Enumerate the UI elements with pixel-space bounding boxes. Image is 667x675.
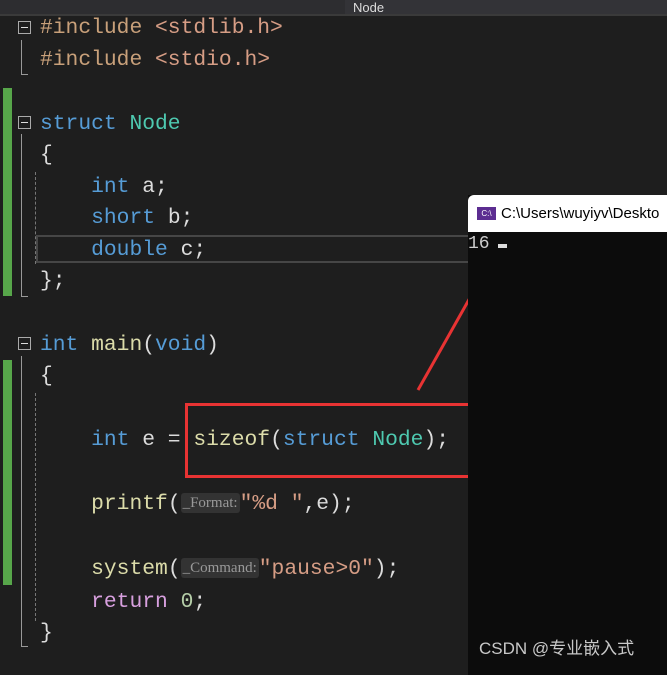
console-window[interactable]: C:\ C:\Users\wuyiyv\Deskto 16 (468, 195, 667, 675)
editor-tab-bar: Node (0, 0, 667, 16)
console-output: 16 (468, 234, 667, 254)
console-title-bar[interactable]: C:\ C:\Users\wuyiyv\Deskto (468, 195, 667, 232)
watermark: CSDN @专业嵌入式 (479, 639, 635, 658)
console-icon: C:\ (477, 207, 496, 220)
console-title: C:\Users\wuyiyv\Deskto (501, 205, 660, 222)
tab-node[interactable]: Node (345, 0, 667, 15)
text-cursor (497, 244, 507, 248)
